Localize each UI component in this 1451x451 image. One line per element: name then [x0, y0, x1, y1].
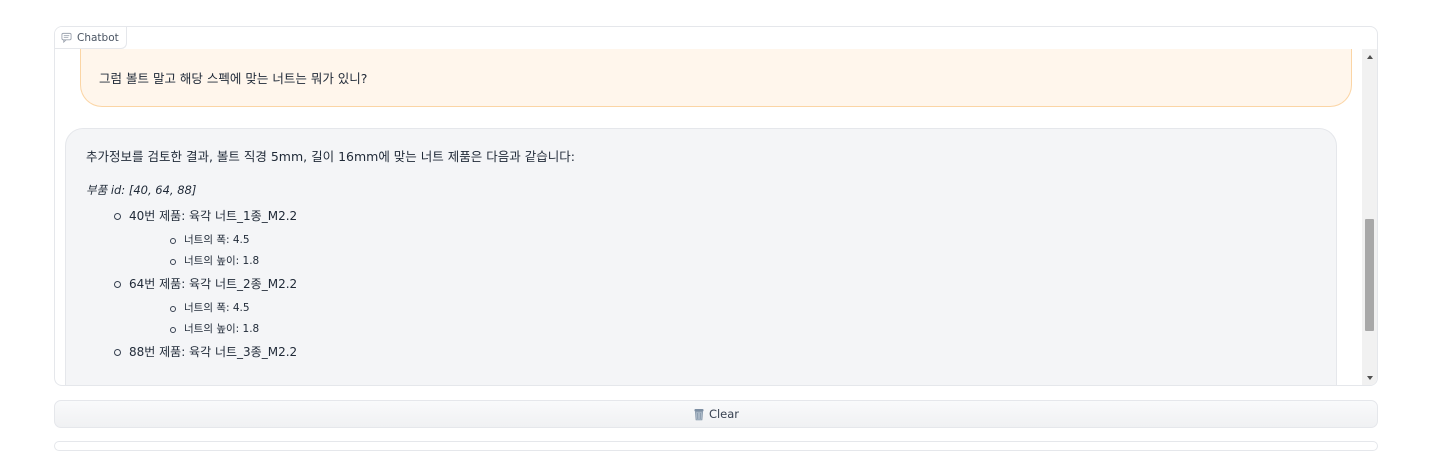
product-detail: 너트의 높이: 1.8: [169, 323, 1316, 336]
product-title: 88번 제품: 육각 너트_3종_M2.2: [129, 345, 297, 359]
product-title: 40번 제품: 육각 너트_1종_M2.2: [129, 209, 297, 223]
clear-button-label: Clear: [709, 407, 739, 421]
chatbot-label-text: Chatbot: [77, 32, 119, 44]
product-item: 88번 제품: 육각 너트_3종_M2.2: [113, 344, 1316, 360]
product-detail-list: 너트의 폭: 4.5 너트의 높이: 1.8: [169, 234, 1316, 268]
scroll-up-button[interactable]: [1362, 49, 1377, 64]
product-detail-list: 너트의 폭: 4.5 너트의 높이: 1.8: [169, 302, 1316, 336]
user-message-text: 그럼 볼트 말고 해당 스펙에 맞는 너트는 뭐가 있니?: [99, 68, 367, 87]
chat-scroll-area[interactable]: 그럼 볼트 말고 해당 스펙에 맞는 너트는 뭐가 있니? 추가정보를 검토한 …: [55, 27, 1362, 385]
next-panel-edge: [54, 441, 1378, 451]
product-detail: 너트의 폭: 4.5: [169, 234, 1316, 247]
arrow-up-icon: [1367, 55, 1373, 59]
chat-icon: [61, 32, 72, 43]
chatbot-label: Chatbot: [55, 27, 127, 49]
product-detail: 너트의 폭: 4.5: [169, 302, 1316, 315]
bot-message-intro: 추가정보를 검토한 결과, 볼트 직경 5mm, 길이 16mm에 맞는 너트 …: [86, 149, 1316, 165]
chatbot-panel: Chatbot 그럼 볼트 말고 해당 스펙에 맞는 너트는 뭐가 있니? 추가…: [54, 26, 1378, 386]
product-item: 64번 제품: 육각 너트_2종_M2.2 너트의 폭: 4.5 너트의 높이:…: [113, 276, 1316, 336]
bot-message: 추가정보를 검토한 결과, 볼트 직경 5mm, 길이 16mm에 맞는 너트 …: [65, 128, 1337, 385]
scroll-down-button[interactable]: [1362, 370, 1377, 385]
arrow-down-icon: [1367, 376, 1373, 380]
parts-id-line: 부품 id: [40, 64, 88]: [86, 183, 1316, 197]
scroll-thumb[interactable]: [1365, 219, 1374, 331]
product-detail: 너트의 높이: 1.8: [169, 255, 1316, 268]
product-item: 40번 제품: 육각 너트_1종_M2.2 너트의 폭: 4.5 너트의 높이:…: [113, 208, 1316, 268]
trash-icon: [693, 408, 705, 421]
product-title: 64번 제품: 육각 너트_2종_M2.2: [129, 277, 297, 291]
chat-scrollbar[interactable]: [1362, 49, 1377, 385]
product-list: 40번 제품: 육각 너트_1종_M2.2 너트의 폭: 4.5 너트의 높이:…: [113, 208, 1316, 360]
clear-button[interactable]: Clear: [54, 400, 1378, 428]
user-message: 그럼 볼트 말고 해당 스펙에 맞는 너트는 뭐가 있니?: [80, 49, 1352, 107]
